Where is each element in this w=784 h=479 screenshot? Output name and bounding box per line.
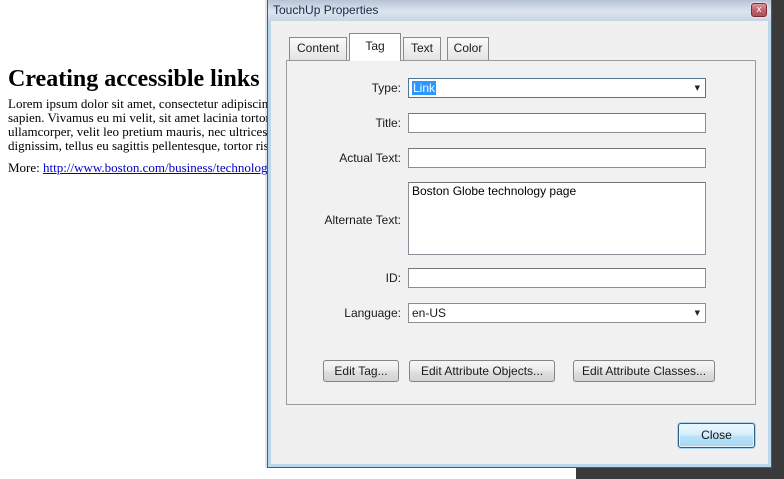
- more-label: More:: [8, 160, 43, 175]
- paragraph-line: Lorem ipsum dolor sit amet, consectetur …: [8, 97, 284, 111]
- acrobat-workspace: Creating accessible links Lorem ipsum do…: [0, 0, 784, 479]
- id-label: ID:: [281, 271, 401, 285]
- edit-attribute-classes-button[interactable]: Edit Attribute Classes...: [573, 360, 715, 382]
- id-input[interactable]: [408, 268, 706, 288]
- tab-tag[interactable]: Tag: [349, 33, 401, 61]
- close-icon[interactable]: x: [751, 3, 767, 17]
- chevron-down-icon[interactable]: ▼: [695, 85, 700, 92]
- alternate-text-label: Alternate Text:: [281, 213, 401, 227]
- chevron-down-icon[interactable]: ▼: [695, 310, 700, 317]
- alternate-text-textarea[interactable]: Boston Globe technology page: [408, 182, 706, 255]
- edit-attribute-objects-button[interactable]: Edit Attribute Objects...: [409, 360, 555, 382]
- title-label: Title:: [281, 116, 401, 130]
- document-paragraph: Lorem ipsum dolor sit amet, consectetur …: [8, 97, 284, 153]
- language-combobox[interactable]: en-US ▼: [408, 303, 706, 323]
- close-button[interactable]: Close: [678, 423, 755, 448]
- type-combobox[interactable]: Link ▼: [408, 78, 706, 98]
- dialog-body: Content Tag Text Color Type: Link ▼ Titl…: [271, 21, 768, 464]
- actual-text-input[interactable]: [408, 148, 706, 168]
- more-line: More: http://www.boston.com/business/tec…: [8, 160, 278, 176]
- tab-content[interactable]: Content: [289, 37, 347, 60]
- dialog-title: TouchUp Properties: [273, 3, 378, 17]
- type-selected-value: Link: [412, 81, 436, 95]
- language-label: Language:: [281, 306, 401, 320]
- paragraph-line: dignissim, tellus eu sagittis pellentesq…: [8, 139, 284, 153]
- touchup-properties-dialog: TouchUp Properties x Content Tag Text Co…: [267, 0, 772, 468]
- language-selected-value: en-US: [412, 306, 446, 320]
- type-label: Type:: [281, 81, 401, 95]
- paragraph-line: sapien. Vivamus eu mi velit, sit amet la…: [8, 111, 284, 125]
- dialog-titlebar[interactable]: TouchUp Properties x: [268, 0, 771, 21]
- document-hyperlink[interactable]: http://www.boston.com/business/technolog…: [43, 160, 278, 175]
- paragraph-line: ullamcorper, velit leo pretium mauris, n…: [8, 125, 284, 139]
- title-input[interactable]: [408, 113, 706, 133]
- tab-text[interactable]: Text: [403, 37, 441, 60]
- edit-tag-button[interactable]: Edit Tag...: [323, 360, 399, 382]
- tab-color[interactable]: Color: [447, 37, 489, 60]
- actual-text-label: Actual Text:: [281, 151, 401, 165]
- document-heading: Creating accessible links: [8, 66, 260, 93]
